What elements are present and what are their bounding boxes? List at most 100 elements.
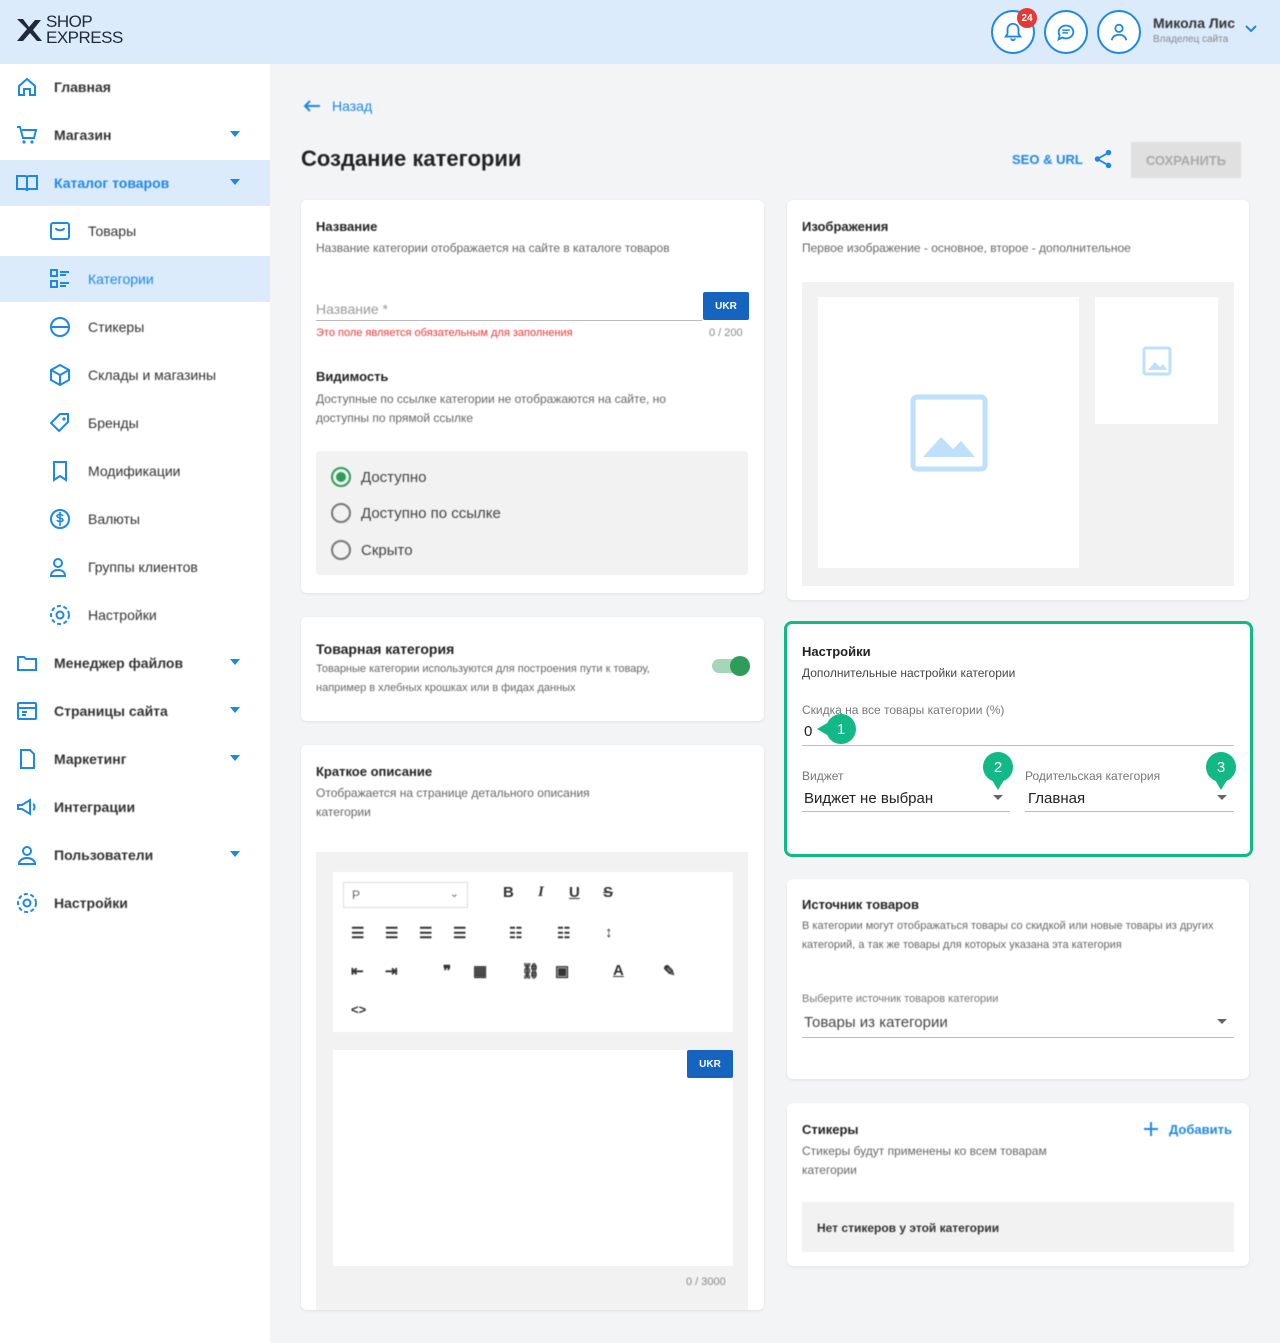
seo-url-link[interactable]: SEO & URL [1012, 152, 1083, 167]
source-select[interactable]: Товары из категории [804, 1014, 948, 1031]
notifications-button[interactable]: 24 [991, 8, 1037, 54]
sidebar-item-site-pages[interactable]: Страницы сайта [0, 688, 270, 734]
strikethrough-icon[interactable]: S [603, 884, 613, 901]
align-justify-icon[interactable]: ☰ [453, 924, 466, 942]
sidebar-item-products[interactable]: Товары [0, 208, 270, 254]
sidebar-item-label: Пользователи [54, 847, 154, 863]
name-subtitle: Название категории отображается на сайте… [316, 241, 670, 255]
visibility-title: Видимость [316, 369, 389, 384]
sidebar-item-warehouses[interactable]: Склады и магазины [0, 352, 270, 398]
description-lang-button[interactable]: UKR [687, 1050, 733, 1078]
sidebar-item-home[interactable]: Главная [0, 64, 270, 110]
discount-label: Скидка на все товары категории (%) [802, 703, 1005, 717]
italic-icon[interactable]: I [538, 884, 544, 901]
parent-category-select[interactable]: Главная [1028, 790, 1085, 807]
chevron-down-icon [230, 131, 240, 137]
home-icon [18, 77, 36, 96]
image-icon[interactable]: ▣ [555, 962, 569, 980]
sidebar-item-label: Товары [88, 223, 137, 239]
sidebar-item-brands[interactable]: Бренды [0, 400, 270, 446]
link-icon[interactable]: ⛓ [521, 962, 540, 980]
sidebar-item-catalog-settings[interactable]: Настройки [0, 592, 270, 638]
back-label: Назад [332, 98, 373, 114]
messages-button[interactable] [1044, 10, 1088, 54]
widget-select[interactable]: Виджет не выбран [804, 790, 933, 807]
sidebar-item-categories[interactable]: Категории [0, 256, 270, 302]
radio-available[interactable]: Доступно [331, 467, 426, 487]
indent-icon[interactable]: ⇥ [385, 962, 398, 980]
chevron-down-icon[interactable] [1244, 24, 1258, 34]
logo-text: SHOP EXPRESS [46, 13, 123, 46]
user-role: Владелец сайта [1153, 34, 1229, 45]
user-icon [17, 846, 37, 865]
sidebar-item-file-manager[interactable]: Менеджер файлов [0, 640, 270, 686]
sidebar-item-currencies[interactable]: Валюты [0, 496, 270, 542]
sidebar-item-settings[interactable]: Настройки [0, 880, 270, 926]
numbered-list-icon[interactable]: ☷ [557, 924, 570, 942]
quote-icon[interactable]: ❞ [443, 962, 451, 980]
sidebar-item-shop[interactable]: Магазин [0, 112, 270, 158]
underline-icon[interactable]: U [569, 884, 580, 901]
share-icon[interactable] [1092, 148, 1114, 170]
align-center-icon[interactable]: ☰ [385, 924, 398, 942]
radio-hidden[interactable]: Скрыто [331, 540, 413, 560]
chevron-down-icon [230, 659, 240, 665]
add-sticker-button[interactable]: Добавить [1143, 1121, 1232, 1137]
user-name[interactable]: Микола Лис [1153, 15, 1235, 31]
radio-dot [331, 540, 351, 560]
name-lang-button[interactable]: UKR [703, 292, 749, 320]
product-category-toggle[interactable] [712, 656, 750, 676]
sidebar-item-label: Склады и магазины [88, 367, 217, 383]
save-button[interactable]: СОХРАНИТЬ [1131, 142, 1241, 178]
radio-label: Доступно по ссылке [361, 504, 501, 522]
gear-icon [50, 605, 70, 625]
parent-caret-icon[interactable] [1217, 795, 1227, 800]
back-link[interactable]: Назад [302, 98, 372, 114]
chevron-down-icon [230, 707, 240, 713]
sidebar-item-integrations[interactable]: Интеграции [0, 784, 270, 830]
sidebar-item-modifications[interactable]: Модификации [0, 448, 270, 494]
annotation-marker-2: 2 [983, 752, 1013, 790]
editor-content[interactable] [333, 1050, 733, 1266]
chevron-down-icon [230, 179, 240, 185]
visibility-subtitle: Доступные по ссылке категории не отображ… [316, 392, 666, 425]
sidebar-item-catalog[interactable]: Каталог товаров [0, 160, 270, 206]
gear-icon [17, 893, 37, 913]
align-right-icon[interactable]: ☰ [419, 924, 432, 942]
format-select[interactable]: P ⌄ [343, 882, 468, 908]
radio-dot-selected [331, 467, 351, 487]
text-color-icon[interactable]: A [613, 962, 624, 979]
images-title: Изображения [802, 219, 889, 234]
logo-mark-icon [17, 19, 42, 41]
sidebar-item-users[interactable]: Пользователи [0, 832, 270, 878]
user-icon [1110, 23, 1128, 41]
align-left-icon[interactable]: ☰ [351, 924, 364, 942]
outdent-icon[interactable]: ⇤ [351, 962, 364, 980]
radio-label: Скрыто [361, 541, 413, 559]
secondary-image-slot[interactable] [1095, 297, 1218, 424]
code-view-icon[interactable]: <> [351, 1002, 366, 1017]
table-icon[interactable]: ▦ [473, 962, 487, 980]
bullet-list-icon[interactable]: ☷ [509, 924, 522, 942]
chevron-down-icon [230, 755, 240, 761]
logo[interactable]: SHOP EXPRESS [14, 13, 123, 46]
main-image-slot[interactable] [818, 297, 1079, 568]
line-height-icon[interactable]: ↕ [605, 924, 613, 941]
source-underline [802, 1037, 1234, 1038]
sidebar-item-client-groups[interactable]: Группы клиентов [0, 544, 270, 590]
discount-input[interactable]: 0 [804, 723, 812, 740]
stickers-title: Стикеры [802, 1122, 859, 1137]
sticker-icon [50, 317, 70, 337]
name-input[interactable]: Название * [316, 301, 388, 317]
source-caret-icon[interactable] [1217, 1019, 1227, 1024]
sidebar-item-marketing[interactable]: Маркетинг [0, 736, 270, 782]
widget-caret-icon[interactable] [993, 795, 1003, 800]
discount-underline [802, 745, 1234, 746]
name-title: Название [316, 219, 378, 234]
highlight-icon[interactable]: ✎ [663, 962, 676, 980]
bold-icon[interactable]: B [503, 884, 514, 901]
profile-button[interactable] [1097, 10, 1141, 54]
sidebar-item-stickers[interactable]: Стикеры [0, 304, 270, 350]
widget-underline [802, 811, 1010, 812]
radio-by-link[interactable]: Доступно по ссылке [331, 503, 501, 523]
